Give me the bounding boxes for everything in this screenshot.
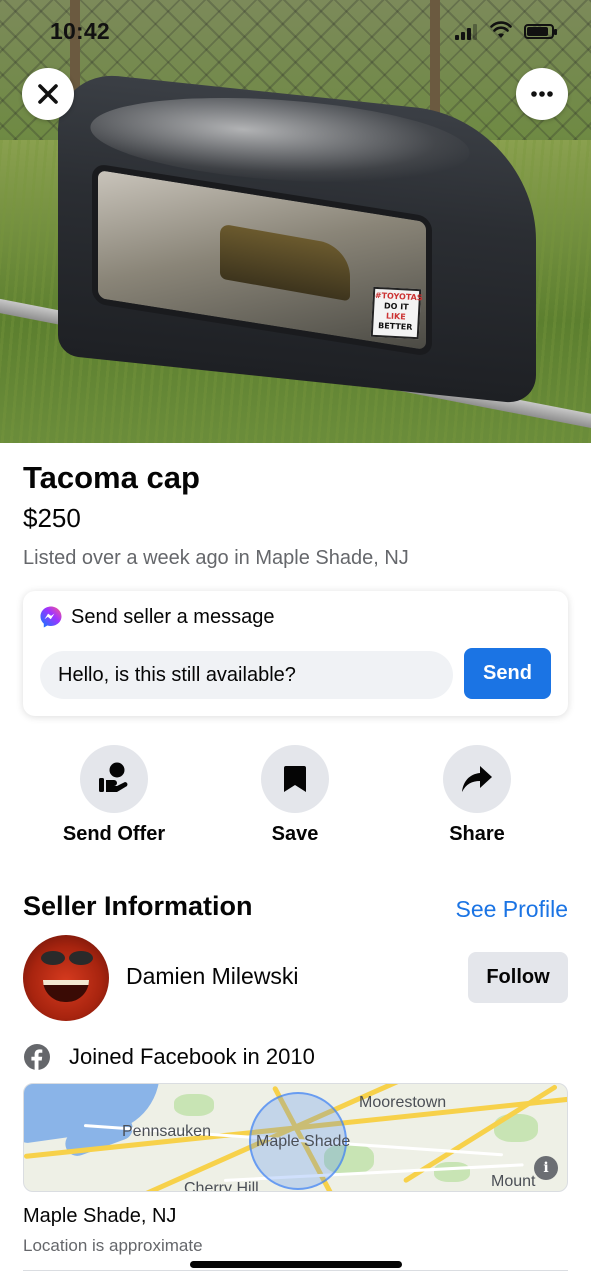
- message-input[interactable]: [40, 651, 453, 699]
- share-label: Share: [449, 823, 505, 845]
- listing-photo[interactable]: #TOYOTAS DO IT LIKE BETTER: [0, 0, 591, 443]
- seller-avatar[interactable]: [23, 935, 109, 1021]
- message-card-header: Send seller a message: [39, 605, 274, 629]
- seller-name[interactable]: Damien Milewski: [126, 963, 299, 990]
- see-profile-link[interactable]: See Profile: [455, 896, 568, 923]
- send-offer-label: Send Offer: [62, 823, 166, 845]
- map-label-cherry-hill: Cherry Hill: [184, 1180, 259, 1192]
- map-label-pennsauken: Pennsauken: [122, 1123, 211, 1140]
- more-dots-icon: [531, 91, 553, 97]
- send-offer-button[interactable]: Send Offer: [44, 745, 184, 846]
- message-card-title: Send seller a message: [71, 605, 275, 628]
- follow-button[interactable]: Follow: [468, 952, 568, 1003]
- messenger-icon: [40, 606, 62, 628]
- joined-facebook-row: Joined Facebook in 2010: [23, 1043, 315, 1071]
- seller-section-title: Seller Information: [23, 891, 253, 921]
- message-seller-card: Send seller a message Send: [23, 591, 568, 716]
- share-icon-circle: [443, 745, 511, 813]
- map-label-maple-shade: Maple Shade: [256, 1133, 351, 1150]
- location-map[interactable]: Moorestown Pennsauken Maple Shade Cherry…: [23, 1083, 568, 1192]
- save-label: Save: [271, 823, 319, 845]
- map-park: [174, 1094, 214, 1116]
- avatar-eye: [69, 951, 93, 965]
- map-label-mount: Mount: [491, 1173, 536, 1190]
- send-offer-icon-circle: [80, 745, 148, 813]
- status-bar: 10:42: [0, 0, 591, 64]
- location-name: Maple Shade, NJ: [23, 1205, 177, 1227]
- close-icon: [38, 84, 58, 104]
- more-options-button[interactable]: [516, 68, 568, 120]
- avatar-eye: [41, 951, 65, 965]
- save-icon-circle: [261, 745, 329, 813]
- location-note: Location is approximate: [23, 1236, 203, 1255]
- toyota-sticker: #TOYOTAS DO IT LIKE BETTER: [370, 286, 423, 340]
- save-button[interactable]: Save: [225, 745, 365, 846]
- wifi-icon: [490, 21, 512, 38]
- battery-icon: [524, 24, 557, 39]
- avatar-mouth: [43, 980, 89, 1002]
- close-button[interactable]: [22, 68, 74, 120]
- joined-facebook-text: Joined Facebook in 2010: [69, 1044, 315, 1069]
- cellular-signal-icon: [455, 24, 477, 40]
- map-label-moorestown: Moorestown: [359, 1094, 447, 1111]
- map-park: [434, 1162, 470, 1182]
- send-button[interactable]: Send: [464, 648, 551, 699]
- facebook-icon: [24, 1044, 50, 1070]
- offer-hand-icon: [99, 762, 128, 792]
- listing-title: Tacoma cap: [23, 460, 200, 495]
- listing-price: $250: [23, 503, 81, 533]
- map-info-icon[interactable]: i: [534, 1156, 558, 1180]
- share-arrow-icon: [462, 766, 492, 792]
- status-time: 10:42: [50, 18, 110, 44]
- bookmark-icon: [284, 766, 306, 792]
- divider: [23, 1270, 568, 1271]
- home-indicator[interactable]: [190, 1261, 402, 1268]
- share-button[interactable]: Share: [407, 745, 547, 846]
- listing-meta: Listed over a week ago in Maple Shade, N…: [23, 547, 409, 569]
